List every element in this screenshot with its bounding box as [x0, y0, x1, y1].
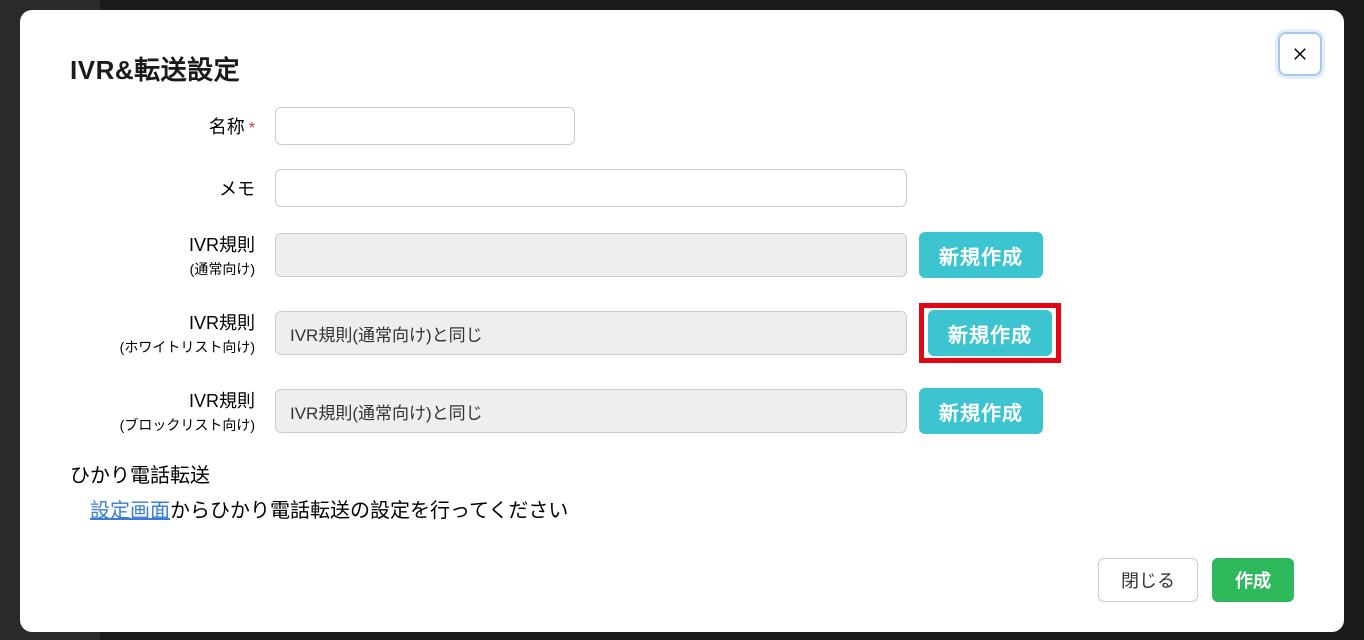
- label-ivr-normal-sub: (通常向け): [190, 259, 255, 279]
- hikari-desc-rest: からひかり電話転送の設定を行ってください: [170, 500, 568, 522]
- ivr-transfer-settings-modal: IVR&転送設定 名称 * メモ: [20, 10, 1344, 632]
- hikari-section: ひかり電話転送 設定画面からひかり電話転送の設定を行ってください: [70, 459, 1294, 523]
- label-memo: メモ: [70, 175, 275, 201]
- ivr-whitelist-create-button[interactable]: 新規作成: [928, 310, 1052, 356]
- highlighted-create-wrap: 新規作成: [919, 303, 1061, 363]
- form-area: 名称 * メモ IVR規則 (通常向け): [70, 107, 1294, 530]
- label-ivr-whitelist: IVR規則 (ホワイトリスト向け): [70, 309, 275, 357]
- ivr-blocklist-selected: IVR規則(通常向け)と同じ: [290, 399, 483, 424]
- modal-footer: 閉じる 作成: [70, 558, 1294, 602]
- close-button[interactable]: [1278, 32, 1322, 76]
- row-ivr-whitelist: IVR規則 (ホワイトリスト向け) IVR規則(通常向け)と同じ 新規作成: [70, 303, 1294, 363]
- name-input[interactable]: [275, 107, 575, 145]
- ivr-blocklist-create-button[interactable]: 新規作成: [919, 388, 1043, 434]
- label-ivr-whitelist-sub: (ホワイトリスト向け): [120, 337, 255, 357]
- label-ivr-blocklist-sub: (ブロックリスト向け): [120, 415, 255, 435]
- hikari-title: ひかり電話転送: [70, 459, 1294, 488]
- label-ivr-blocklist-text: IVR規則: [189, 387, 255, 413]
- label-ivr-normal-text: IVR規則: [189, 231, 255, 257]
- modal-header: IVR&転送設定: [70, 50, 1294, 87]
- label-ivr-blocklist: IVR規則 (ブロックリスト向け): [70, 387, 275, 435]
- hikari-desc: 設定画面からひかり電話転送の設定を行ってください: [70, 494, 1294, 523]
- ivr-normal-create-button[interactable]: 新規作成: [919, 232, 1043, 278]
- row-ivr-normal: IVR規則 (通常向け) 新規作成: [70, 231, 1294, 279]
- required-mark: *: [249, 120, 255, 138]
- label-name-text: 名称: [209, 113, 245, 139]
- modal-title: IVR&転送設定: [70, 50, 1294, 87]
- row-ivr-blocklist: IVR規則 (ブロックリスト向け) IVR規則(通常向け)と同じ 新規作成: [70, 387, 1294, 435]
- ivr-blocklist-select[interactable]: IVR規則(通常向け)と同じ: [275, 389, 907, 433]
- ivr-whitelist-select[interactable]: IVR規則(通常向け)と同じ: [275, 311, 907, 355]
- row-memo: メモ: [70, 169, 1294, 207]
- label-ivr-normal: IVR規則 (通常向け): [70, 231, 275, 279]
- label-memo-text: メモ: [219, 175, 255, 201]
- hikari-settings-link[interactable]: 設定画面: [90, 500, 170, 522]
- close-icon: [1291, 45, 1309, 63]
- submit-create-button[interactable]: 作成: [1212, 558, 1294, 602]
- label-name: 名称 *: [70, 113, 275, 139]
- ivr-whitelist-selected: IVR規則(通常向け)と同じ: [290, 321, 483, 346]
- ivr-normal-select[interactable]: [275, 233, 907, 277]
- close-modal-button[interactable]: 閉じる: [1098, 558, 1198, 602]
- row-name: 名称 *: [70, 107, 1294, 145]
- label-ivr-whitelist-text: IVR規則: [189, 309, 255, 335]
- memo-input[interactable]: [275, 169, 907, 207]
